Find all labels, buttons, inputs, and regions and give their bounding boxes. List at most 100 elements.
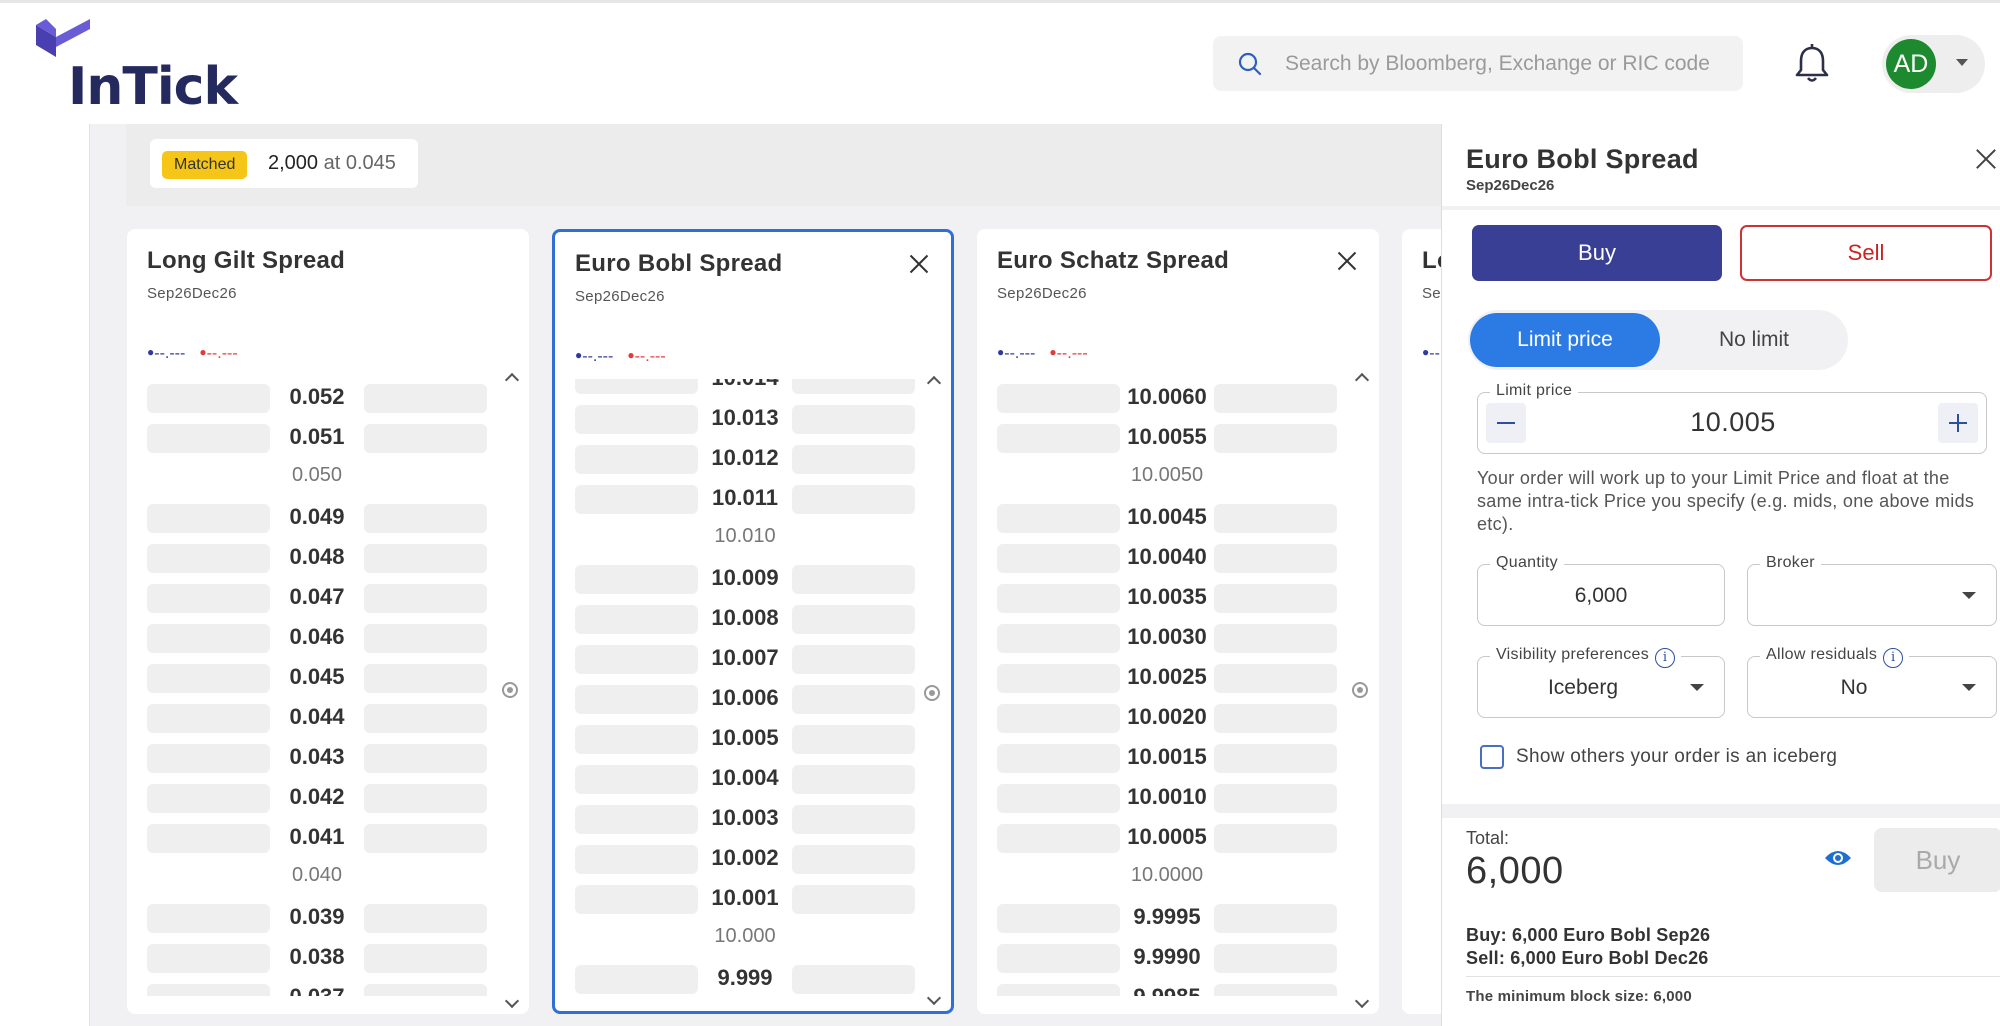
bid-cell[interactable] bbox=[575, 565, 698, 594]
bid-cell[interactable] bbox=[575, 805, 698, 834]
ladder-price[interactable]: 10.0050 bbox=[1120, 464, 1214, 487]
bid-cell[interactable] bbox=[997, 424, 1120, 453]
bid-cell[interactable] bbox=[147, 984, 270, 996]
bid-cell[interactable] bbox=[575, 885, 698, 914]
sell-button[interactable]: Sell bbox=[1740, 225, 1992, 281]
ask-cell[interactable] bbox=[792, 965, 915, 994]
bid-cell[interactable] bbox=[575, 379, 698, 394]
ask-cell[interactable] bbox=[792, 845, 915, 874]
bid-cell[interactable] bbox=[147, 424, 270, 453]
ladder-price[interactable]: 0.045 bbox=[270, 664, 364, 690]
ladder-price[interactable]: 0.042 bbox=[270, 784, 364, 810]
bid-cell[interactable] bbox=[997, 784, 1120, 813]
bid-cell[interactable] bbox=[575, 485, 698, 514]
ask-cell[interactable] bbox=[792, 685, 915, 714]
ladder-price[interactable]: 10.004 bbox=[698, 765, 792, 791]
ask-cell[interactable] bbox=[364, 824, 487, 853]
ask-cell[interactable] bbox=[1214, 544, 1337, 573]
bid-cell[interactable] bbox=[997, 984, 1120, 996]
ladder-price[interactable]: 0.041 bbox=[270, 824, 364, 850]
scroll-down-icon[interactable] bbox=[504, 993, 520, 1009]
info-icon[interactable]: i bbox=[1655, 648, 1676, 668]
ask-cell[interactable] bbox=[1214, 504, 1337, 533]
ask-cell[interactable] bbox=[1214, 624, 1337, 653]
ladder-price[interactable]: 10.006 bbox=[698, 685, 792, 711]
ask-cell[interactable] bbox=[1214, 704, 1337, 733]
ask-cell[interactable] bbox=[364, 744, 487, 773]
bid-cell[interactable] bbox=[147, 664, 270, 693]
iceberg-checkbox[interactable] bbox=[1480, 745, 1504, 769]
ladder-price[interactable]: 0.040 bbox=[270, 864, 364, 887]
bid-cell[interactable] bbox=[997, 664, 1120, 693]
ladder-price[interactable]: 10.010 bbox=[698, 525, 792, 548]
plus-icon[interactable] bbox=[1938, 403, 1978, 443]
ask-cell[interactable] bbox=[364, 984, 487, 996]
ladder-price[interactable]: 10.013 bbox=[698, 405, 792, 431]
bid-cell[interactable] bbox=[575, 965, 698, 994]
ask-cell[interactable] bbox=[364, 784, 487, 813]
ladder-price[interactable]: 0.051 bbox=[270, 424, 364, 450]
chevron-down-icon[interactable] bbox=[1690, 684, 1704, 691]
broker-select[interactable]: Broker bbox=[1747, 554, 1997, 626]
recenter-icon[interactable] bbox=[502, 682, 518, 698]
ask-cell[interactable] bbox=[364, 504, 487, 533]
bid-cell[interactable] bbox=[997, 904, 1120, 933]
ladder-price[interactable]: 0.048 bbox=[270, 544, 364, 570]
ladder-price[interactable]: 0.039 bbox=[270, 904, 364, 930]
ask-cell[interactable] bbox=[792, 405, 915, 434]
user-menu[interactable]: AD bbox=[1882, 35, 1985, 93]
quantity-field[interactable]: Quantity 6,000 bbox=[1477, 554, 1725, 626]
avatar[interactable]: AD bbox=[1886, 39, 1936, 89]
close-icon[interactable] bbox=[1335, 249, 1359, 273]
ladder-price[interactable]: 10.011 bbox=[698, 485, 792, 511]
bid-cell[interactable] bbox=[575, 845, 698, 874]
scroll-up-icon[interactable] bbox=[504, 372, 520, 388]
ladder-price[interactable]: 10.000 bbox=[698, 925, 792, 948]
ask-cell[interactable] bbox=[792, 725, 915, 754]
ladder-price[interactable]: 0.049 bbox=[270, 504, 364, 530]
ladder-price[interactable]: 10.005 bbox=[698, 725, 792, 751]
ladder-price[interactable]: 10.002 bbox=[698, 845, 792, 871]
ladder-price[interactable]: 9.999 bbox=[698, 965, 792, 991]
ladder-price[interactable]: 10.0015 bbox=[1120, 744, 1214, 770]
close-icon[interactable] bbox=[1973, 146, 1999, 172]
ladder-price[interactable]: 0.037 bbox=[270, 984, 364, 996]
eye-icon[interactable] bbox=[1824, 848, 1852, 868]
limit-price-input[interactable]: 10.005 bbox=[1538, 407, 1928, 438]
search-input[interactable] bbox=[1285, 36, 1725, 91]
bid-cell[interactable] bbox=[147, 624, 270, 653]
no-limit-toggle[interactable]: No limit bbox=[1674, 313, 1834, 367]
ask-cell[interactable] bbox=[1214, 824, 1337, 853]
recenter-icon[interactable] bbox=[924, 685, 940, 701]
chevron-down-icon[interactable] bbox=[1962, 684, 1976, 691]
ladder-price[interactable]: 0.044 bbox=[270, 704, 364, 730]
bid-cell[interactable] bbox=[575, 605, 698, 634]
bid-cell[interactable] bbox=[997, 704, 1120, 733]
ask-cell[interactable] bbox=[1214, 984, 1337, 996]
ladder-price[interactable]: 0.043 bbox=[270, 744, 364, 770]
search-box[interactable] bbox=[1213, 36, 1743, 91]
bid-cell[interactable] bbox=[997, 544, 1120, 573]
ask-cell[interactable] bbox=[364, 584, 487, 613]
ladder-price[interactable]: 10.014 bbox=[698, 379, 792, 391]
ladder-price[interactable]: 0.038 bbox=[270, 944, 364, 970]
close-icon[interactable] bbox=[907, 252, 931, 276]
ask-cell[interactable] bbox=[1214, 904, 1337, 933]
bell-icon[interactable] bbox=[1793, 43, 1831, 85]
chevron-down-icon[interactable] bbox=[1956, 59, 1968, 66]
limit-price-toggle[interactable]: Limit price bbox=[1470, 313, 1660, 367]
ask-cell[interactable] bbox=[1214, 944, 1337, 973]
ladder-price[interactable]: 10.0005 bbox=[1120, 824, 1214, 850]
bid-cell[interactable] bbox=[147, 504, 270, 533]
ask-cell[interactable] bbox=[1214, 384, 1337, 413]
ladder-price[interactable]: 10.001 bbox=[698, 885, 792, 911]
bid-cell[interactable] bbox=[575, 645, 698, 674]
scroll-down-icon[interactable] bbox=[926, 990, 942, 1006]
ladder-price[interactable]: 10.008 bbox=[698, 605, 792, 631]
ladder-price[interactable]: 10.0055 bbox=[1120, 424, 1214, 450]
scroll-up-icon[interactable] bbox=[1354, 372, 1370, 388]
ladder-price[interactable]: 10.007 bbox=[698, 645, 792, 671]
iceberg-checkbox-label[interactable]: Show others your order is an iceberg bbox=[1516, 746, 1837, 768]
ladder-price[interactable]: 10.0040 bbox=[1120, 544, 1214, 570]
scroll-up-icon[interactable] bbox=[926, 375, 942, 391]
